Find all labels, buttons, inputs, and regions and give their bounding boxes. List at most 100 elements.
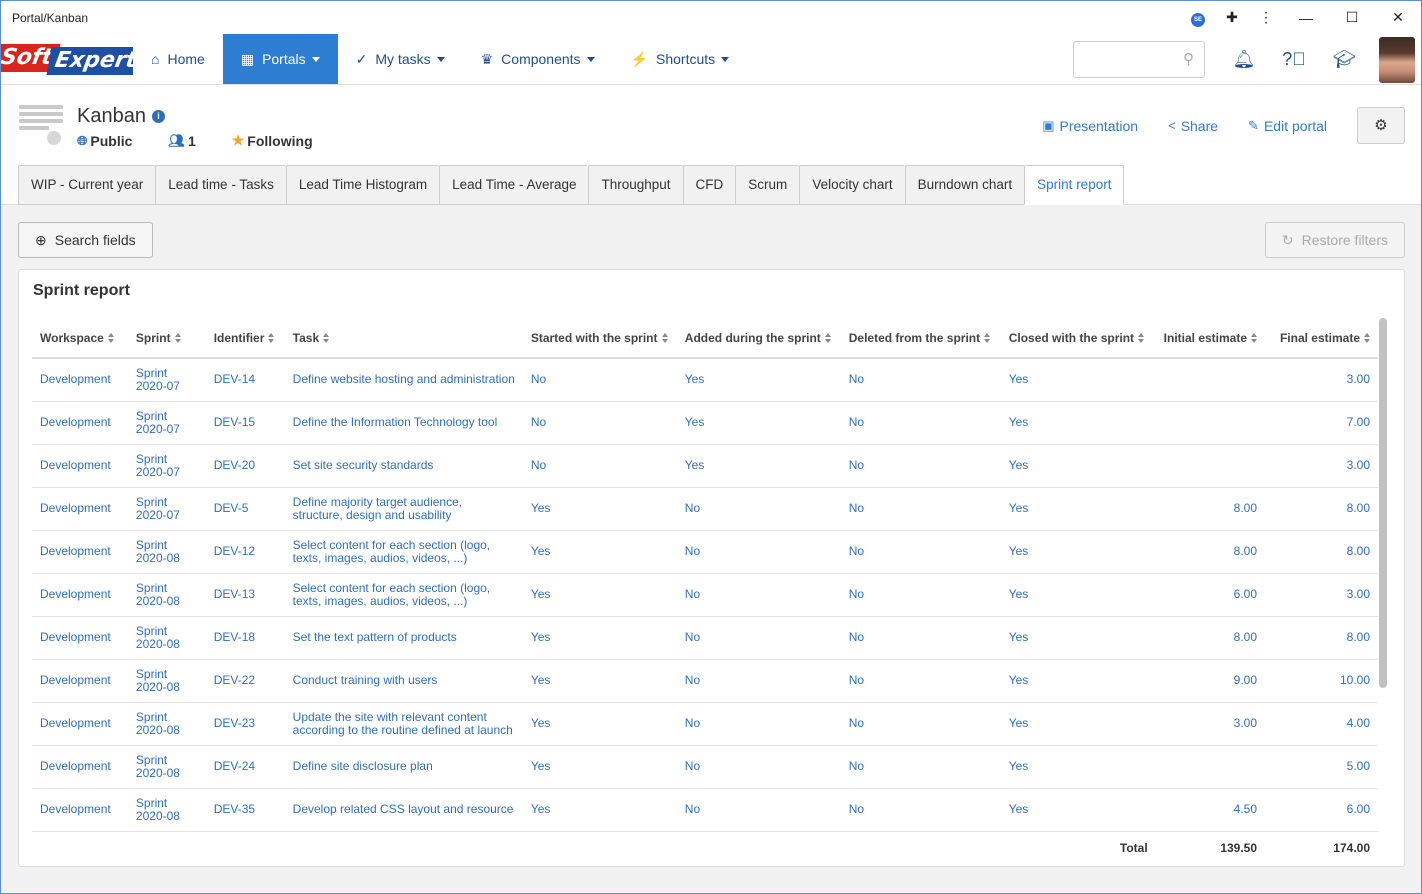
bell-icon[interactable]: 🔔︎	[1219, 49, 1269, 70]
identifier-cell[interactable]: DEV-22	[205, 659, 285, 703]
identifier-cell[interactable]: DEV-24	[205, 745, 285, 789]
col-header-final-estimate[interactable]: Final estimate	[1265, 318, 1378, 359]
sprint-cell[interactable]: Sprint 2020-08	[127, 530, 206, 574]
nav-home[interactable]: ⌂ Home	[133, 34, 223, 84]
identifier-cell[interactable]: DEV-23	[205, 702, 285, 746]
sprint-cell[interactable]: Sprint 2020-08	[127, 616, 206, 660]
col-header-started[interactable]: Started with the sprint	[522, 318, 677, 359]
tab-lead-time-tasks[interactable]: Lead time - Tasks	[155, 165, 286, 205]
col-header-added[interactable]: Added during the sprint	[676, 318, 841, 359]
extension-se-icon[interactable]: SE	[1181, 8, 1215, 27]
restore-filters-button[interactable]: ↻ Restore filters	[1264, 222, 1405, 258]
identifier-cell[interactable]: DEV-18	[205, 616, 285, 660]
workspace-cell[interactable]: Development	[32, 745, 128, 789]
table-row[interactable]: Development Sprint 2020-07 DEV-20 Set site …	[32, 444, 1378, 488]
table-row[interactable]: Development Sprint 2020-08 DEV-24 Define si…	[32, 745, 1378, 789]
identifier-cell[interactable]: DEV-13	[205, 573, 285, 617]
identifier-cell[interactable]: DEV-35	[205, 788, 285, 832]
nav-my-tasks[interactable]: ✓ My tasks	[338, 34, 463, 84]
tab-throughput[interactable]: Throughput	[588, 165, 683, 205]
help-icon[interactable]: ?⃝	[1269, 49, 1319, 70]
workspace-cell[interactable]: Development	[32, 573, 128, 617]
avatar[interactable]	[1379, 36, 1415, 83]
sprint-cell[interactable]: Sprint 2020-08	[127, 573, 206, 617]
task-cell[interactable]: Conduct training with users	[284, 659, 523, 703]
workspace-cell[interactable]: Development	[32, 358, 128, 402]
workspace-cell[interactable]: Development	[32, 444, 128, 488]
nav-shortcuts[interactable]: ⚡ Shortcuts	[613, 34, 748, 84]
workspace-cell[interactable]: Development	[32, 616, 128, 660]
table-row[interactable]: Development Sprint 2020-07 DEV-14 Define we…	[32, 358, 1378, 402]
tab-lead-time-average[interactable]: Lead Time - Average	[439, 165, 589, 205]
table-row[interactable]: Development Sprint 2020-08 DEV-18 Set the t…	[32, 616, 1378, 660]
col-header-closed[interactable]: Closed with the sprint	[1000, 318, 1156, 359]
task-cell[interactable]: Develop related CSS layout and resource	[284, 788, 523, 832]
settings-button[interactable]: ⚙	[1357, 107, 1405, 144]
table-row[interactable]: Development Sprint 2020-07 DEV-15 Define th…	[32, 401, 1378, 445]
tab-burndown-chart[interactable]: Burndown chart	[904, 165, 1025, 205]
table-row[interactable]: Development Sprint 2020-07 DEV-5 Define maj…	[32, 487, 1378, 531]
task-cell[interactable]: Define majority target audience, structu…	[284, 487, 523, 531]
table-row[interactable]: Development Sprint 2020-08 DEV-12 Select co…	[32, 530, 1378, 574]
tab-lead-time-histogram[interactable]: Lead Time Histogram	[285, 165, 440, 205]
sprint-cell[interactable]: Sprint 2020-07	[127, 401, 206, 445]
tab-cfd[interactable]: CFD	[682, 165, 736, 205]
table-row[interactable]: Development Sprint 2020-08 DEV-22 Conduct t…	[32, 659, 1378, 703]
close-button[interactable]: ✕	[1375, 9, 1421, 26]
identifier-cell[interactable]: DEV-14	[205, 358, 285, 402]
maximize-button[interactable]: ☐	[1329, 9, 1375, 26]
share-button[interactable]: < Share	[1168, 118, 1218, 134]
col-header-workspace[interactable]: Workspace	[32, 318, 128, 359]
task-cell[interactable]: Set site security standards	[284, 444, 523, 488]
table-row[interactable]: Development Sprint 2020-08 DEV-35 Develop r…	[32, 788, 1378, 832]
sprint-cell[interactable]: Sprint 2020-08	[127, 788, 206, 832]
col-header-deleted[interactable]: Deleted from the sprint	[840, 318, 1001, 359]
sprint-cell[interactable]: Sprint 2020-08	[127, 702, 206, 746]
edit-portal-button[interactable]: ✎ Edit portal	[1248, 118, 1327, 134]
tab-scrum[interactable]: Scrum	[735, 165, 800, 205]
col-header-task[interactable]: Task	[284, 318, 523, 359]
workspace-cell[interactable]: Development	[32, 702, 128, 746]
workspace-cell[interactable]: Development	[32, 487, 128, 531]
more-vert-icon[interactable]: ⋮	[1249, 9, 1283, 26]
task-cell[interactable]: Define the Information Technology tool	[284, 401, 523, 445]
search-fields-button[interactable]: ⊕ Search fields	[18, 222, 153, 258]
search-input[interactable]	[1074, 42, 1174, 77]
identifier-cell[interactable]: DEV-15	[205, 401, 285, 445]
task-cell[interactable]: Select content for each section (logo, t…	[284, 530, 523, 574]
graduation-cap-icon[interactable]: 🎓︎	[1319, 49, 1369, 70]
workspace-cell[interactable]: Development	[32, 530, 128, 574]
task-cell[interactable]: Select content for each section (logo, t…	[284, 573, 523, 617]
identifier-cell[interactable]: DEV-20	[205, 444, 285, 488]
members-count[interactable]: 👥︎ 1	[168, 133, 195, 149]
task-cell[interactable]: Update the site with relevant content ac…	[284, 702, 523, 746]
table-row[interactable]: Development Sprint 2020-08 DEV-23 Update th…	[32, 702, 1378, 746]
info-icon[interactable]: i	[151, 110, 165, 124]
following-toggle[interactable]: ★ Following	[232, 132, 313, 149]
tab-velocity-chart[interactable]: Velocity chart	[799, 165, 905, 205]
sprint-cell[interactable]: Sprint 2020-08	[127, 745, 206, 789]
sprint-cell[interactable]: Sprint 2020-07	[127, 444, 206, 488]
sprint-cell[interactable]: Sprint 2020-07	[127, 358, 206, 402]
presentation-button[interactable]: ▣ Presentation	[1042, 118, 1138, 134]
task-cell[interactable]: Define site disclosure plan	[284, 745, 523, 789]
col-header-initial-estimate[interactable]: Initial estimate	[1155, 318, 1266, 359]
search-icon[interactable]: ⚲	[1183, 50, 1194, 68]
global-search[interactable]: ⚲	[1073, 41, 1205, 78]
sprint-cell[interactable]: Sprint 2020-08	[127, 659, 206, 703]
softexpert-logo[interactable]: Soft Expert	[1, 34, 133, 85]
workspace-cell[interactable]: Development	[32, 659, 128, 703]
tab-wip-current-year[interactable]: WIP - Current year	[18, 165, 156, 205]
nav-components[interactable]: ♛ Components	[463, 34, 613, 84]
minimize-button[interactable]: —	[1283, 10, 1329, 26]
col-header-sprint[interactable]: Sprint	[127, 318, 206, 359]
task-cell[interactable]: Set the text pattern of products	[284, 616, 523, 660]
puzzle-icon[interactable]: ✚	[1215, 9, 1249, 26]
table-scrollbar[interactable]	[1379, 318, 1387, 688]
col-header-identifier[interactable]: Identifier	[205, 318, 285, 359]
identifier-cell[interactable]: DEV-5	[205, 487, 285, 531]
workspace-cell[interactable]: Development	[32, 401, 128, 445]
sprint-cell[interactable]: Sprint 2020-07	[127, 487, 206, 531]
identifier-cell[interactable]: DEV-12	[205, 530, 285, 574]
nav-portals[interactable]: ▦ Portals	[222, 34, 338, 84]
